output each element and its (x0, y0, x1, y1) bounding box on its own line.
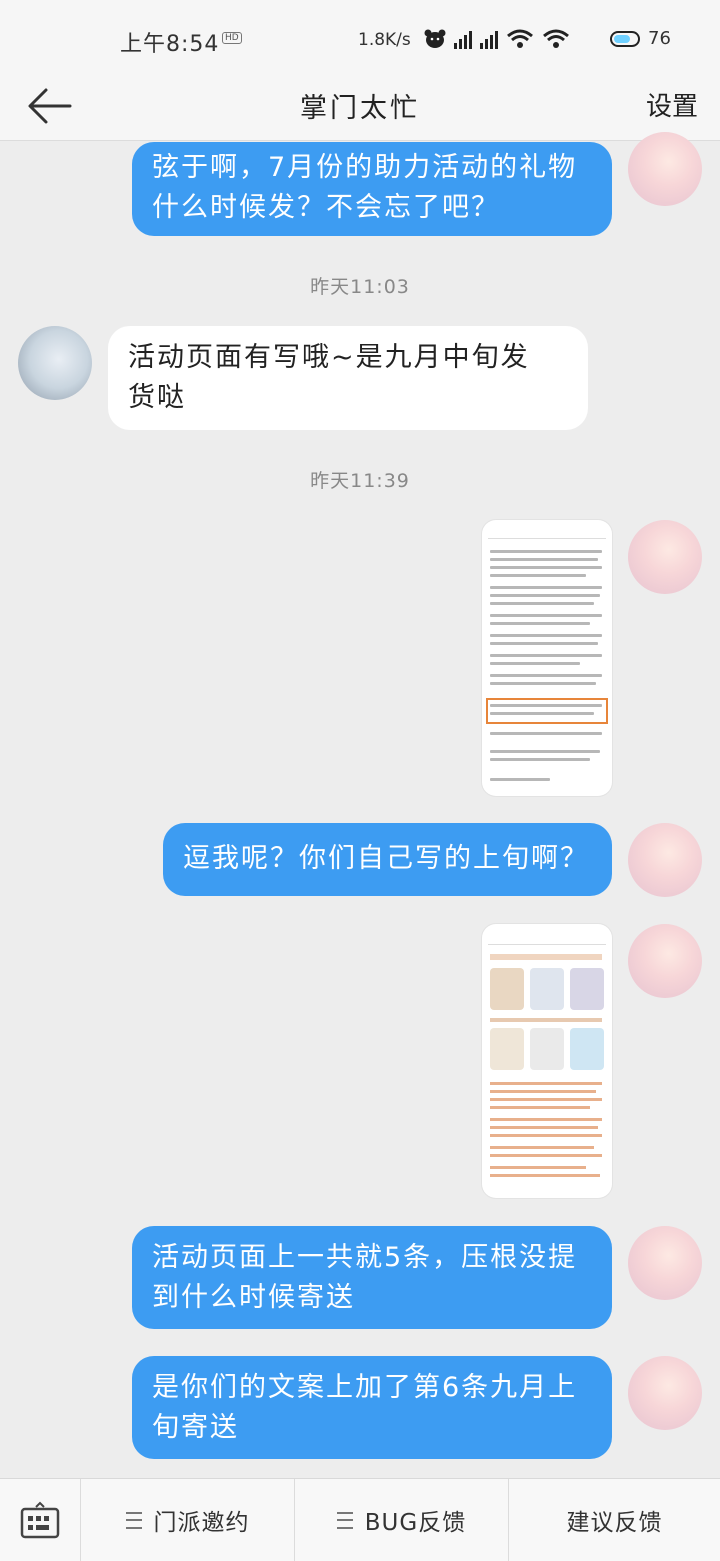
user-avatar[interactable] (628, 520, 702, 594)
keyboard-icon (20, 1501, 60, 1539)
network-speed: 1.8K/s (358, 30, 411, 50)
menu-bug-feedback[interactable]: BUG反馈 (294, 1479, 508, 1561)
signal-icon (454, 29, 472, 49)
user-avatar[interactable] (628, 132, 702, 206)
message-bubble[interactable]: 活动页面上一共就5条，压根没提到什么时候寄送 (132, 1226, 612, 1329)
settings-button[interactable]: 设置 (646, 86, 698, 123)
highlight-box (486, 698, 608, 724)
list-icon (336, 1511, 353, 1529)
chat-title: 掌门太忙 (300, 93, 420, 124)
status-icons (424, 28, 570, 50)
message-bubble[interactable]: 活动页面有写哦~是九月中旬发货哒 (108, 326, 588, 430)
menu-suggestion-feedback[interactable]: 建议反馈 (508, 1479, 720, 1561)
wifi-icon-2 (543, 29, 569, 48)
menu-label: BUG反馈 (364, 1510, 467, 1536)
hd-badge: HD (222, 32, 242, 44)
signal-icon-2 (480, 29, 498, 49)
chat-header: 掌门太忙 设置 (0, 80, 720, 141)
battery-icon (610, 31, 640, 47)
user-avatar[interactable] (628, 924, 702, 998)
menu-label: 建议反馈 (566, 1510, 663, 1536)
status-bar: 上午8:54 HD 1.8K/s 76 (0, 0, 720, 80)
image-message[interactable] (482, 924, 612, 1198)
image-message[interactable] (482, 520, 612, 796)
keyboard-toggle-button[interactable] (0, 1479, 80, 1561)
menu-label: 门派邀约 (153, 1510, 250, 1536)
bottom-menu-bar: 门派邀约 BUG反馈 建议反馈 (0, 1478, 720, 1561)
message-bubble[interactable]: 逗我呢？你们自己写的上旬啊？ (163, 823, 612, 896)
menu-sect-invite[interactable]: 门派邀约 (80, 1479, 294, 1561)
timestamp: 昨天11:39 (310, 470, 410, 492)
user-avatar[interactable] (628, 823, 702, 897)
message-bubble[interactable]: 弦于啊，7月份的助力活动的礼物什么时候发？不会忘了吧？ (132, 142, 612, 236)
user-avatar[interactable] (628, 1226, 702, 1300)
bear-icon (424, 29, 446, 48)
list-icon (125, 1511, 142, 1529)
battery-percentage: 76 (648, 28, 671, 49)
user-avatar[interactable] (628, 1356, 702, 1430)
clock: 上午8:54 (120, 32, 220, 57)
timestamp: 昨天11:03 (310, 276, 410, 298)
wifi-icon (507, 29, 533, 48)
sender-avatar[interactable] (18, 326, 92, 400)
message-bubble[interactable]: 是你们的文案上加了第6条九月上旬寄送 (132, 1356, 612, 1459)
